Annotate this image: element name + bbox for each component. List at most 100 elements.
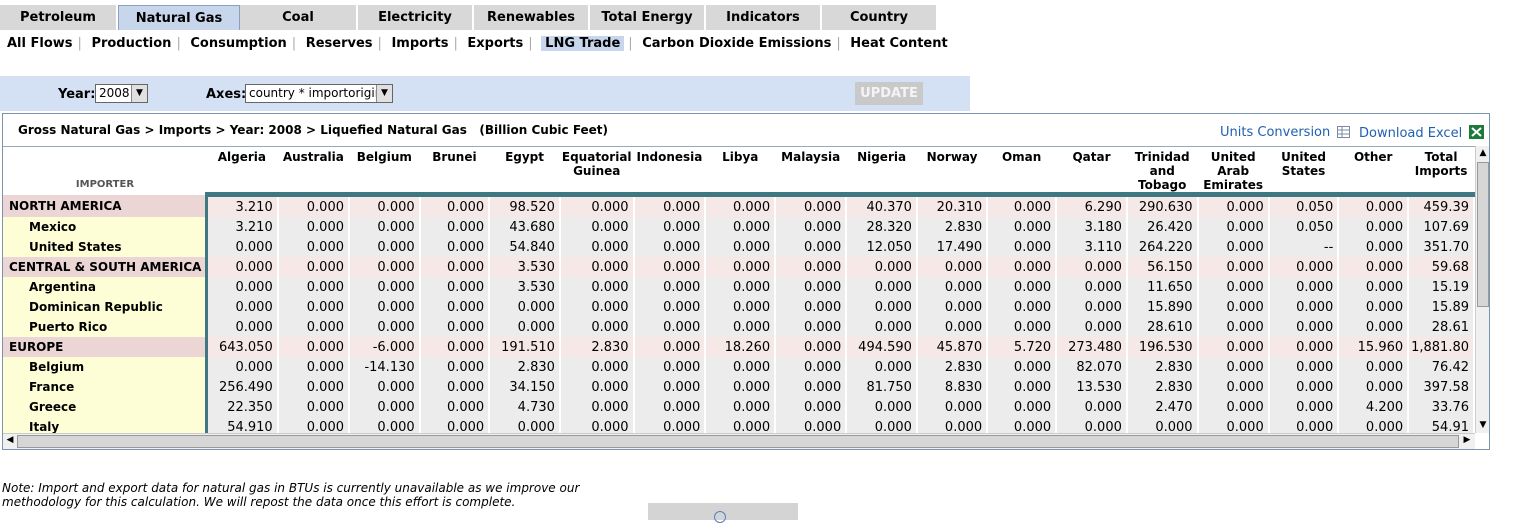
tab-coal[interactable]: Coal <box>240 5 358 30</box>
table-cell: 0.000 <box>775 317 848 337</box>
tab-petroleum[interactable]: Petroleum <box>0 5 118 30</box>
table-cell: 59.68 <box>1408 257 1475 277</box>
subnav-lng-trade[interactable]: LNG Trade <box>541 36 625 51</box>
download-excel-link[interactable]: Download Excel <box>1359 125 1485 141</box>
column-header[interactable]: Oman <box>987 147 1058 197</box>
country-name[interactable]: Greece <box>3 397 209 417</box>
region-name[interactable]: NORTH AMERICA <box>3 194 209 217</box>
methodology-note: Note: Import and export data for natural… <box>2 481 580 509</box>
horizontal-scrollbar[interactable]: ◀ ▶ <box>3 433 1475 449</box>
table-cell: 0.000 <box>277 217 350 237</box>
table-row: France 256.490 0.000 0.000 0.000 34.150 0.000 0… <box>3 377 1475 397</box>
column-header[interactable]: Total Imports <box>1408 147 1475 197</box>
horizontal-scroll-thumb[interactable] <box>17 435 1459 448</box>
country-name[interactable]: Puerto Rico <box>3 317 209 337</box>
table-cell: 0.000 <box>419 237 491 257</box>
units-conversion-label: Units Conversion <box>1220 125 1331 140</box>
table-cell: 0.000 <box>987 297 1058 317</box>
year-select[interactable]: 2008 ▼ <box>95 84 148 103</box>
column-header[interactable]: Qatar <box>1056 147 1128 197</box>
country-name[interactable]: Argentina <box>3 277 209 297</box>
tab-renewables[interactable]: Renewables <box>474 5 590 30</box>
table-row: Belgium 0.000 0.000 -14.130 0.000 2.830 0.000 0… <box>3 357 1475 377</box>
tab-indicators[interactable]: Indicators <box>706 5 822 30</box>
column-header[interactable]: Trinidad and Tobago <box>1126 147 1199 197</box>
subnav-production[interactable]: Production <box>90 36 172 51</box>
scroll-left-icon[interactable]: ◀ <box>3 435 17 445</box>
axes-select[interactable]: country * importorigin ▼ <box>245 84 393 103</box>
excel-icon <box>1469 125 1485 139</box>
units-conversion-link[interactable]: Units Conversion <box>1220 125 1351 140</box>
tab-country[interactable]: Country <box>822 5 938 30</box>
table-cell: 0.000 <box>1197 217 1270 237</box>
subnav-consumption[interactable]: Consumption <box>189 36 287 51</box>
scroll-up-icon[interactable]: ▲ <box>1476 148 1489 158</box>
table-cell: 0.000 <box>916 297 989 317</box>
table-cell: 0.000 <box>633 217 707 237</box>
country-name[interactable]: Italy <box>3 417 209 434</box>
table-cell: 0.000 <box>705 237 777 257</box>
table-row: Dominican Republic 0.000 0.000 0.000 0.000 0.… <box>3 297 1475 317</box>
tab-total-energy[interactable]: Total Energy <box>590 5 706 30</box>
table-cell: 2.830 <box>489 357 561 377</box>
column-header[interactable]: Brunei <box>419 147 491 197</box>
table-cell: 0.000 <box>1338 217 1410 237</box>
column-header[interactable]: Equatorial Guinea <box>559 147 635 197</box>
vertical-scroll-thumb[interactable] <box>1477 162 1489 307</box>
subnav-co2-emissions[interactable]: Carbon Dioxide Emissions <box>641 36 832 51</box>
table-cell: 0.000 <box>1268 337 1340 357</box>
column-header[interactable]: Egypt <box>489 147 561 197</box>
table-cell: 0.000 <box>1197 194 1270 217</box>
table-cell: 15.89 <box>1408 297 1475 317</box>
column-header[interactable]: United States <box>1268 147 1340 197</box>
table-cell: 22.350 <box>206 397 279 417</box>
bottom-button[interactable] <box>648 503 798 523</box>
region-name[interactable]: CENTRAL & SOUTH AMERICA <box>3 257 209 277</box>
column-header[interactable]: Indonesia <box>633 147 707 197</box>
column-header[interactable]: Norway <box>916 147 989 197</box>
table-cell: 4.200 <box>1338 397 1410 417</box>
table-cell: 264.220 <box>1126 237 1199 257</box>
scroll-down-icon[interactable]: ▼ <box>1476 420 1489 430</box>
country-name[interactable]: Mexico <box>3 217 209 237</box>
column-header[interactable]: Other <box>1338 147 1410 197</box>
table-cell: 0.000 <box>633 257 707 277</box>
table-cell: 0.000 <box>1268 417 1340 434</box>
subnav-imports[interactable]: Imports <box>390 36 449 51</box>
country-name[interactable]: France <box>3 377 209 397</box>
table-cell: 273.480 <box>1056 337 1128 357</box>
subnav-reserves[interactable]: Reserves <box>305 36 374 51</box>
table-cell: 0.000 <box>348 417 421 434</box>
table-cell: -6.000 <box>348 337 421 357</box>
country-name[interactable]: Dominican Republic <box>3 297 209 317</box>
table-cell: 0.000 <box>348 237 421 257</box>
country-name[interactable]: United States <box>3 237 209 257</box>
table-cell: 8.830 <box>916 377 989 397</box>
table-cell: 0.000 <box>1268 297 1340 317</box>
column-header[interactable]: Belgium <box>348 147 421 197</box>
column-header[interactable]: Nigeria <box>846 147 918 197</box>
column-header[interactable]: Malaysia <box>775 147 848 197</box>
column-header[interactable]: Libya <box>705 147 777 197</box>
subnav-exports[interactable]: Exports <box>466 36 524 51</box>
region-name[interactable]: EUROPE <box>3 337 209 357</box>
column-header[interactable]: United Arab Emirates <box>1197 147 1270 197</box>
table-cell: 0.000 <box>348 257 421 277</box>
table-cell: 0.000 <box>277 317 350 337</box>
table-cell: 0.000 <box>277 357 350 377</box>
scroll-right-icon[interactable]: ▶ <box>1460 435 1474 445</box>
subnav-heat-content[interactable]: Heat Content <box>849 36 948 51</box>
tab-electricity[interactable]: Electricity <box>358 5 474 30</box>
vertical-scrollbar[interactable]: ▲ ▼ <box>1475 146 1489 433</box>
tab-natural-gas[interactable]: Natural Gas <box>118 5 240 30</box>
update-button[interactable]: UPDATE <box>855 82 923 105</box>
country-name[interactable]: Belgium <box>3 357 209 377</box>
column-header[interactable]: Australia <box>277 147 350 197</box>
subnav-all-flows[interactable]: All Flows <box>6 36 74 51</box>
table-cell: 0.000 <box>1197 257 1270 277</box>
table-cell: 0.000 <box>559 377 635 397</box>
table-cell: 0.000 <box>348 397 421 417</box>
axes-value: country * importorigin <box>249 86 383 100</box>
column-header[interactable]: Algeria <box>206 147 279 197</box>
table-cell: 290.630 <box>1126 194 1199 217</box>
